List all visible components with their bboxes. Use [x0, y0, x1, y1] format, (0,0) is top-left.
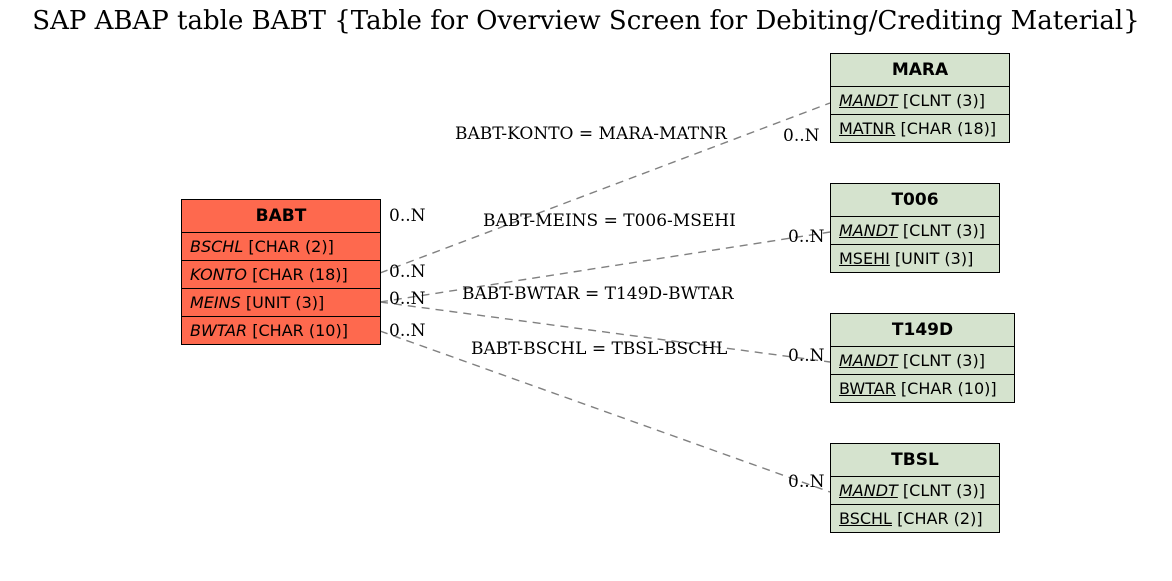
rel1-text: BABT-KONTO = MARA-MATNR	[455, 124, 727, 144]
entity-mara-field-matnr: MATNR [CHAR (18)]	[831, 115, 1009, 142]
entity-babt: BABT BSCHL [CHAR (2)] KONTO [CHAR (18)] …	[181, 199, 381, 345]
rel1-right-card: 0..N	[783, 126, 820, 146]
entity-t149d-field-mandt: MANDT [CLNT (3)]	[831, 347, 1014, 375]
rel4-left-card: 0..N	[389, 321, 426, 341]
entity-t006-field-mandt: MANDT [CLNT (3)]	[831, 217, 999, 245]
rel1-left-card: 0..N	[389, 206, 426, 226]
rel3-left-card: 0..N	[389, 289, 426, 309]
page-title: SAP ABAP table BABT {Table for Overview …	[0, 6, 1172, 36]
entity-t006-header: T006	[831, 184, 999, 217]
entity-t149d-header: T149D	[831, 314, 1014, 347]
entity-babt-header: BABT	[182, 200, 380, 233]
entity-mara-header: MARA	[831, 54, 1009, 87]
entity-babt-field-konto: KONTO [CHAR (18)]	[182, 261, 380, 289]
entity-babt-field-bwtar: BWTAR [CHAR (10)]	[182, 317, 380, 344]
rel4-right-card: 0..N	[788, 472, 825, 492]
entity-babt-field-meins: MEINS [UNIT (3)]	[182, 289, 380, 317]
entity-mara: MARA MANDT [CLNT (3)] MATNR [CHAR (18)]	[830, 53, 1010, 143]
rel2-text: BABT-MEINS = T006-MSEHI	[483, 211, 736, 231]
rel4-text: BABT-BSCHL = TBSL-BSCHL	[471, 339, 727, 359]
entity-tbsl-field-mandt: MANDT [CLNT (3)]	[831, 477, 999, 505]
entity-t006: T006 MANDT [CLNT (3)] MSEHI [UNIT (3)]	[830, 183, 1000, 273]
rel3-text: BABT-BWTAR = T149D-BWTAR	[462, 284, 734, 304]
entity-t149d-field-bwtar: BWTAR [CHAR (10)]	[831, 375, 1014, 402]
entity-t149d: T149D MANDT [CLNT (3)] BWTAR [CHAR (10)]	[830, 313, 1015, 403]
rel3-right-card: 0..N	[788, 346, 825, 366]
rel2-right-card: 0..N	[788, 227, 825, 247]
entity-t006-field-msehi: MSEHI [UNIT (3)]	[831, 245, 999, 272]
entity-tbsl: TBSL MANDT [CLNT (3)] BSCHL [CHAR (2)]	[830, 443, 1000, 533]
entity-tbsl-header: TBSL	[831, 444, 999, 477]
entity-tbsl-field-bschl: BSCHL [CHAR (2)]	[831, 505, 999, 532]
rel2-left-card: 0..N	[389, 262, 426, 282]
entity-babt-field-bschl: BSCHL [CHAR (2)]	[182, 233, 380, 261]
entity-mara-field-mandt: MANDT [CLNT (3)]	[831, 87, 1009, 115]
